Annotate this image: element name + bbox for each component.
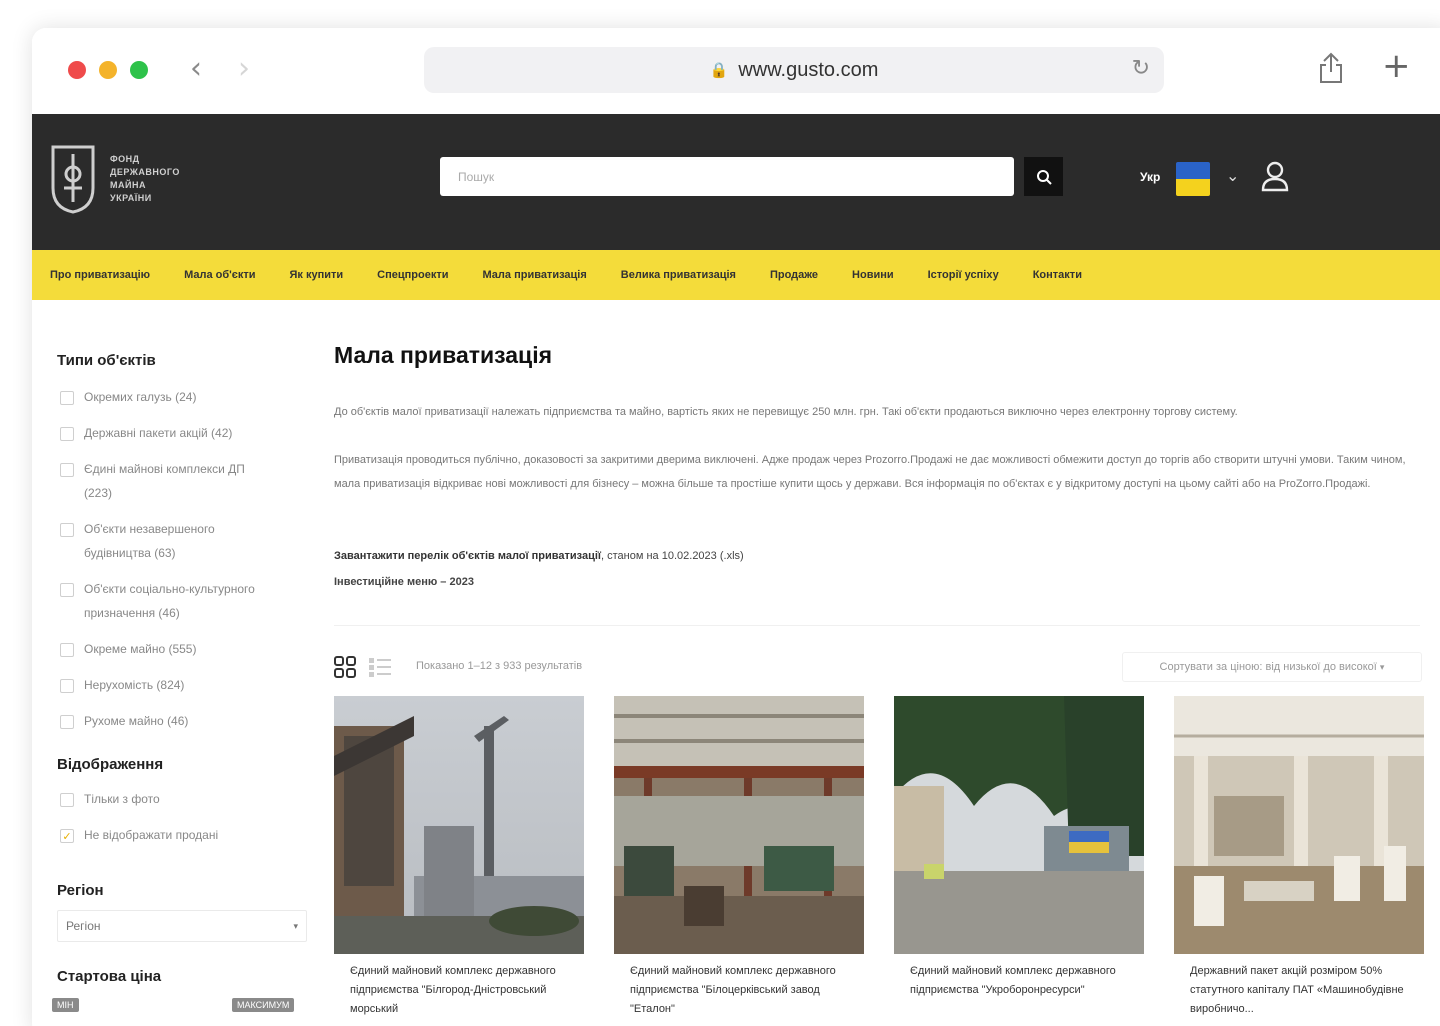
checkbox[interactable] bbox=[60, 643, 74, 657]
investment-menu-link[interactable]: Інвестиційне меню – 2023 bbox=[334, 576, 474, 588]
filter-title-price: Стартова ціна bbox=[57, 968, 162, 985]
nav-item-small-privatization[interactable]: Мала приватизація bbox=[483, 269, 587, 281]
nav-item-large-privatization[interactable]: Велика приватизація bbox=[621, 269, 736, 281]
filter-title-types: Типи об'єктів bbox=[57, 352, 156, 369]
logo-text: ФОНД ДЕРЖАВНОГО МАЙНА УКРАЇНИ bbox=[110, 154, 180, 203]
intro-paragraph: До об'єктів малої приватизації належать … bbox=[334, 406, 1238, 418]
nav-item-special-projects[interactable]: Спецпроекти bbox=[377, 269, 448, 281]
nav-item-how-to-buy[interactable]: Як купити bbox=[290, 269, 344, 281]
filter-type-option[interactable]: Об'єкти соціально-культурного призначенн… bbox=[60, 582, 290, 625]
caret-down-icon: ▾ bbox=[293, 920, 298, 931]
forward-button[interactable]: › bbox=[238, 52, 250, 86]
lock-icon: 🔒 bbox=[709, 62, 729, 79]
divider bbox=[334, 625, 1420, 626]
share-icon[interactable] bbox=[1318, 52, 1344, 89]
listing-title[interactable]: Єдиний майновий комплекс державного підп… bbox=[894, 962, 1144, 1000]
checkbox[interactable] bbox=[60, 793, 74, 807]
nav-item-small-objects[interactable]: Мала об'єкти bbox=[184, 269, 255, 281]
site-header: ФОНД ДЕРЖАВНОГО МАЙНА УКРАЇНИ Укр ⌄ bbox=[32, 114, 1440, 250]
address-bar[interactable]: 🔒 www.gusto.com ↻ bbox=[424, 47, 1164, 93]
listing-card[interactable]: Єдиний майновий комплекс державного підп… bbox=[334, 696, 584, 1019]
filter-type-option[interactable]: Нерухомість (824) bbox=[60, 678, 184, 697]
price-max-label: МАКСИМУМ bbox=[232, 998, 295, 1012]
nav-item-sales[interactable]: Продаже bbox=[770, 269, 818, 281]
listing-title[interactable]: Єдиний майновий комплекс державного підп… bbox=[334, 962, 584, 1019]
chevron-down-icon[interactable]: ⌄ bbox=[1226, 166, 1239, 185]
search-icon bbox=[1036, 169, 1052, 185]
browser-window: ‹ › 🔒 www.gusto.com ↻ + ФОНД ДЕРЖАВНОГО … bbox=[32, 28, 1440, 1026]
browser-toolbar: ‹ › 🔒 www.gusto.com ↻ + bbox=[32, 28, 1440, 114]
nav-item-contacts[interactable]: Контакти bbox=[1033, 269, 1082, 281]
filter-display-option[interactable]: ✓ Не відображати продані bbox=[60, 828, 218, 847]
language-label[interactable]: Укр bbox=[1140, 170, 1160, 184]
checkbox[interactable] bbox=[60, 523, 74, 537]
listing-title[interactable]: Єдиний майновий комплекс державного підп… bbox=[614, 962, 864, 1019]
minimize-window-button[interactable] bbox=[99, 61, 117, 79]
url-text: www.gusto.com bbox=[738, 58, 879, 81]
listing-grid: Єдиний майновий комплекс державного підп… bbox=[334, 696, 1424, 1019]
ukraine-flag-icon[interactable] bbox=[1176, 162, 1210, 196]
filter-display-option[interactable]: Тільки з фото bbox=[60, 792, 160, 811]
results-count: Показано 1–12 з 933 результатів bbox=[416, 660, 583, 672]
checkbox[interactable] bbox=[60, 391, 74, 405]
filter-type-option[interactable]: Окреме майно (555) bbox=[60, 642, 196, 661]
listing-card[interactable]: Єдиний майновий комплекс державного підп… bbox=[614, 696, 864, 1019]
search-input[interactable] bbox=[440, 157, 1014, 196]
grid-view-icon[interactable] bbox=[334, 656, 356, 683]
checkbox-checked[interactable]: ✓ bbox=[60, 829, 74, 843]
new-tab-icon[interactable]: + bbox=[1382, 46, 1411, 86]
emblem-icon bbox=[51, 145, 95, 214]
nav-item-news[interactable]: Новини bbox=[852, 269, 894, 281]
main-navigation: Про приватизацію Мала об'єкти Як купити … bbox=[32, 250, 1440, 300]
list-view-icon[interactable] bbox=[368, 656, 392, 683]
price-min-label: МІН bbox=[52, 998, 79, 1012]
listing-card[interactable]: Єдиний майновий комплекс державного підп… bbox=[894, 696, 1144, 1019]
reload-icon[interactable]: ↻ bbox=[1132, 56, 1150, 81]
checkbox[interactable] bbox=[60, 463, 74, 477]
filter-type-option[interactable]: Рухоме майно (46) bbox=[60, 714, 188, 733]
listing-photo-workshop[interactable] bbox=[614, 696, 864, 954]
description-paragraph: Приватизація проводиться публічно, доказ… bbox=[334, 454, 1406, 490]
checkbox[interactable] bbox=[60, 427, 74, 441]
filter-type-option[interactable]: Об'єкти незавершеного будівництва (63) bbox=[60, 522, 250, 565]
listing-photo-hall[interactable] bbox=[1174, 696, 1424, 954]
results-toolbar: Показано 1–12 з 933 результатів Сортуват… bbox=[334, 652, 1422, 682]
nav-item-about[interactable]: Про приватизацію bbox=[50, 269, 150, 281]
filter-title-region: Регіон bbox=[57, 882, 104, 899]
back-button[interactable]: ‹ bbox=[190, 52, 202, 86]
caret-down-icon: ▾ bbox=[1379, 661, 1385, 672]
listing-title[interactable]: Державний пакет акцій розміром 50% стату… bbox=[1174, 962, 1424, 1019]
search-button[interactable] bbox=[1024, 157, 1063, 196]
filter-type-option[interactable]: Державні пакети акцій (42) bbox=[60, 426, 232, 445]
checkbox[interactable] bbox=[60, 715, 74, 729]
page-title: Мала приватизація bbox=[334, 342, 553, 368]
filter-type-option[interactable]: Окремих галузь (24) bbox=[60, 390, 196, 409]
sort-select[interactable]: Сортувати за ціною: від низької до висок… bbox=[1122, 652, 1422, 682]
maximize-window-button[interactable] bbox=[130, 61, 148, 79]
download-list-link[interactable]: Завантажити перелік об'єктів малої прива… bbox=[334, 550, 744, 562]
nav-item-success-stories[interactable]: Історії успіху bbox=[928, 269, 999, 281]
filter-type-option[interactable]: Єдині майнові комплекси ДП (223) bbox=[60, 462, 260, 505]
close-window-button[interactable] bbox=[68, 61, 86, 79]
site-logo[interactable]: ФОНД ДЕРЖАВНОГО МАЙНА УКРАЇНИ bbox=[50, 144, 190, 214]
listing-photo-port-crane[interactable] bbox=[334, 696, 584, 954]
checkbox[interactable] bbox=[60, 679, 74, 693]
checkbox[interactable] bbox=[60, 583, 74, 597]
listing-photo-yard[interactable] bbox=[894, 696, 1144, 954]
window-controls bbox=[68, 61, 148, 79]
region-select[interactable]: Регіон ▾ bbox=[57, 910, 307, 942]
filter-title-display: Відображення bbox=[57, 756, 164, 773]
listing-card[interactable]: Державний пакет акцій розміром 50% стату… bbox=[1174, 696, 1424, 1019]
user-icon[interactable] bbox=[1260, 160, 1290, 197]
